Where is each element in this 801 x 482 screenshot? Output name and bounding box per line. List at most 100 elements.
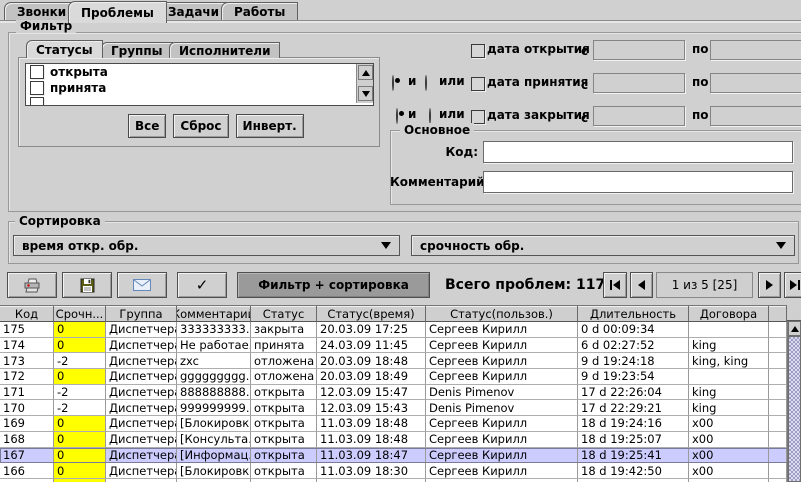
cell-comment: [Блокировк... bbox=[177, 463, 251, 479]
subtab-statuses[interactable]: Статусы bbox=[26, 40, 103, 58]
cell-comment: [Консульта... bbox=[177, 432, 251, 448]
subtab-groups[interactable]: Группы bbox=[101, 42, 173, 58]
accept-date-to-field[interactable] bbox=[710, 73, 801, 93]
select-all-button[interactable]: Все bbox=[128, 114, 166, 138]
cell-empty bbox=[769, 385, 787, 401]
list-scrollbar[interactable] bbox=[356, 64, 373, 103]
table-row[interactable]: 166 0 Диспетчера [Блокировк... открыта 1… bbox=[0, 463, 801, 479]
last-page-button[interactable] bbox=[784, 272, 801, 298]
table-row[interactable]: 168 0 Диспетчера [Консульта... открыта 1… bbox=[0, 432, 801, 448]
cell-status-user: Сергеев Кирилл bbox=[426, 322, 578, 338]
cell-comment: ggggggggg... bbox=[177, 369, 251, 385]
table-header: Код Срочн... Группа Комментарий Статус С… bbox=[0, 306, 801, 322]
tab-problems[interactable]: Проблемы bbox=[68, 1, 167, 23]
close-or-radio[interactable] bbox=[429, 108, 431, 124]
col-status-time[interactable]: Статус(время) bbox=[317, 306, 426, 322]
next-page-button[interactable] bbox=[758, 272, 781, 298]
invert-button[interactable]: Инверт. bbox=[236, 114, 304, 138]
table-scrollbar[interactable] bbox=[787, 321, 801, 482]
arrow-left-icon bbox=[613, 280, 620, 290]
code-field[interactable] bbox=[483, 141, 793, 163]
scroll-down-button[interactable] bbox=[358, 86, 373, 101]
accept-and-radio[interactable] bbox=[392, 75, 394, 91]
subtab-executors[interactable]: Исполнители bbox=[169, 42, 280, 58]
close-date-to-field[interactable] bbox=[710, 106, 801, 126]
col-comment[interactable]: Комментарий bbox=[177, 306, 251, 322]
scroll-up-button[interactable] bbox=[358, 65, 373, 80]
cell-code: 172 bbox=[0, 369, 54, 385]
col-contracts[interactable]: Договора bbox=[689, 306, 769, 322]
or-label: или bbox=[439, 74, 465, 88]
table-row[interactable]: 172 0 Диспетчера ggggggggg... отложена 2… bbox=[0, 369, 801, 385]
cell-comment: Не работае... bbox=[177, 338, 251, 354]
mail-icon bbox=[133, 279, 151, 291]
cell-empty bbox=[769, 369, 787, 385]
open-date-from-field[interactable] bbox=[593, 40, 685, 60]
save-button[interactable] bbox=[62, 272, 112, 298]
cell-group: Диспетчера bbox=[106, 463, 177, 479]
tab-works[interactable]: Работы bbox=[221, 2, 298, 20]
secondary-sort-dropdown[interactable]: срочность обр. bbox=[411, 235, 795, 256]
table-row[interactable]: 175 0 Диспетчера 333333333... закрыта 20… bbox=[0, 322, 801, 338]
secondary-sort-value: срочность обр. bbox=[420, 239, 524, 253]
first-page-button[interactable] bbox=[603, 272, 627, 298]
mail-button[interactable] bbox=[117, 272, 167, 298]
open-date-to-field[interactable] bbox=[710, 40, 801, 60]
cell-empty bbox=[769, 416, 787, 432]
close-date-checkbox[interactable] bbox=[471, 110, 485, 124]
cell-empty bbox=[769, 432, 787, 448]
cell-status-time: 12.03.09 15:43 bbox=[317, 400, 426, 416]
status-item-label: принята bbox=[50, 81, 106, 95]
accept-or-radio[interactable] bbox=[425, 75, 427, 91]
checkbox-open[interactable] bbox=[30, 65, 44, 79]
cell-status-user: Сергеев Кирилл bbox=[426, 432, 578, 448]
primary-sort-dropdown[interactable]: время откр. обр. bbox=[13, 235, 400, 256]
cell-status: открыта bbox=[251, 463, 317, 479]
table-row[interactable]: 171 -2 Диспетчера 888888888... открыта 1… bbox=[0, 385, 801, 401]
checkbox-accepted[interactable] bbox=[30, 81, 44, 95]
accept-date-checkbox[interactable] bbox=[471, 77, 485, 91]
apply-button[interactable]: ✓ bbox=[177, 272, 227, 298]
scrollbar-thumb[interactable] bbox=[788, 336, 801, 482]
checkbox-partial[interactable] bbox=[30, 97, 44, 106]
accept-date-from-field[interactable] bbox=[593, 73, 685, 93]
table-row[interactable]: 169 0 Диспетчера [Блокировк... открыта 1… bbox=[0, 416, 801, 432]
scroll-up-button[interactable] bbox=[788, 321, 801, 336]
status-list-item[interactable]: принята bbox=[26, 80, 373, 96]
table-row-selected[interactable]: 167 0 Диспетчера [Информац... открыта 11… bbox=[0, 448, 801, 464]
filter-sort-button[interactable]: Фильтр + сортировка bbox=[237, 272, 430, 298]
check-icon: ✓ bbox=[196, 276, 209, 294]
cell-status: открыта bbox=[251, 432, 317, 448]
cell-status: отложена bbox=[251, 369, 317, 385]
col-empty bbox=[769, 306, 787, 322]
status-list-item-partial[interactable] bbox=[26, 96, 373, 106]
cell-duration: 18 d 19:42:50 bbox=[578, 463, 689, 479]
table-row[interactable]: 174 0 Диспетчера Не работае... принята 2… bbox=[0, 338, 801, 354]
cell-status-user: Сергеев Кирилл bbox=[426, 338, 578, 354]
cell-status-user: Denis Pimenov bbox=[426, 400, 578, 416]
cell-code: 167 bbox=[0, 448, 54, 464]
col-status[interactable]: Статус bbox=[251, 306, 317, 322]
cell-comment: [Блокировк... bbox=[177, 416, 251, 432]
status-list-item[interactable]: открыта bbox=[26, 64, 373, 80]
cell-comment: 888888888... bbox=[177, 385, 251, 401]
col-urgency[interactable]: Срочн... bbox=[54, 306, 106, 322]
close-and-radio[interactable] bbox=[396, 108, 398, 124]
prev-page-button[interactable] bbox=[630, 272, 653, 298]
close-date-from-field[interactable] bbox=[593, 106, 685, 126]
reset-button[interactable]: Сброс bbox=[173, 114, 228, 138]
col-status-user[interactable]: Статус(пользов.) bbox=[426, 306, 578, 322]
table-row[interactable]: 173 -2 Диспетчера zxc отложена 20.03.09 … bbox=[0, 353, 801, 369]
col-code[interactable]: Код bbox=[0, 306, 54, 322]
cell-urgency: 0 bbox=[54, 322, 106, 338]
table-row[interactable]: 170 -2 Диспетчера 999999999... открыта 1… bbox=[0, 400, 801, 416]
total-problems-label: Всего проблем: 117 bbox=[445, 277, 605, 293]
cell-urgency: 0 bbox=[54, 432, 106, 448]
col-group[interactable]: Группа bbox=[106, 306, 177, 322]
col-duration[interactable]: Длительность bbox=[578, 306, 689, 322]
comment-field[interactable] bbox=[483, 171, 793, 193]
open-date-checkbox[interactable] bbox=[471, 44, 485, 58]
print-button[interactable] bbox=[7, 272, 57, 298]
cell-comment: zxc bbox=[177, 353, 251, 369]
cell-empty bbox=[769, 463, 787, 479]
